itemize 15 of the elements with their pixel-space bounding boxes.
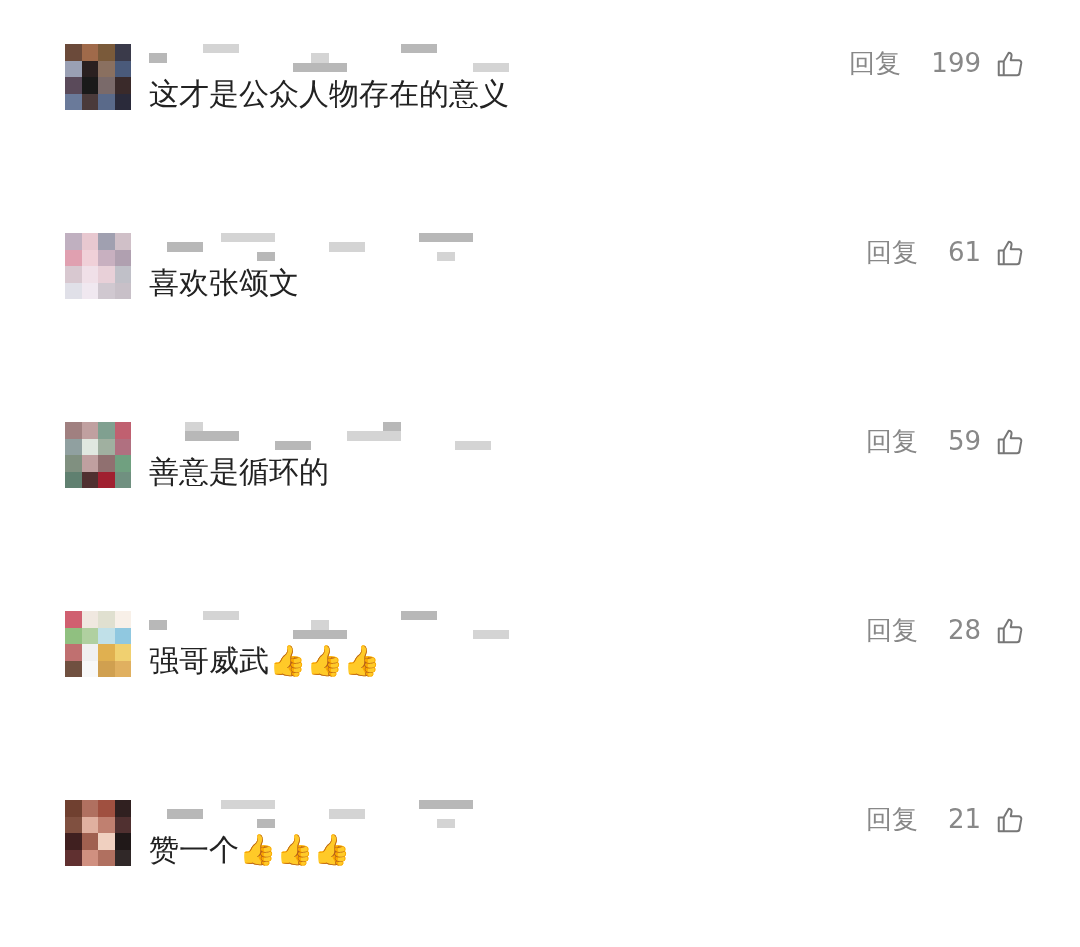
comment-text: 赞一个👍👍👍 bbox=[149, 831, 351, 869]
reply-link[interactable]: 回复 bbox=[865, 233, 918, 272]
like-count: 61 bbox=[947, 236, 981, 269]
reply-link[interactable]: 回复 bbox=[849, 44, 902, 83]
reply-link[interactable]: 回复 bbox=[865, 611, 918, 650]
like-count: 28 bbox=[947, 614, 981, 647]
comment-text: 这才是公众人物存在的意义 bbox=[149, 75, 510, 113]
comment-text: 强哥威武👍👍👍 bbox=[149, 642, 381, 680]
comment-text: 喜欢张颂文 bbox=[149, 264, 300, 302]
comment-text: 善意是循环的 bbox=[149, 453, 330, 491]
reply-link[interactable]: 回复 bbox=[865, 422, 918, 461]
like-count: 21 bbox=[947, 803, 981, 836]
like-count: 59 bbox=[947, 425, 981, 458]
reply-link[interactable]: 回复 bbox=[865, 800, 918, 839]
like-count: 199 bbox=[931, 47, 981, 80]
